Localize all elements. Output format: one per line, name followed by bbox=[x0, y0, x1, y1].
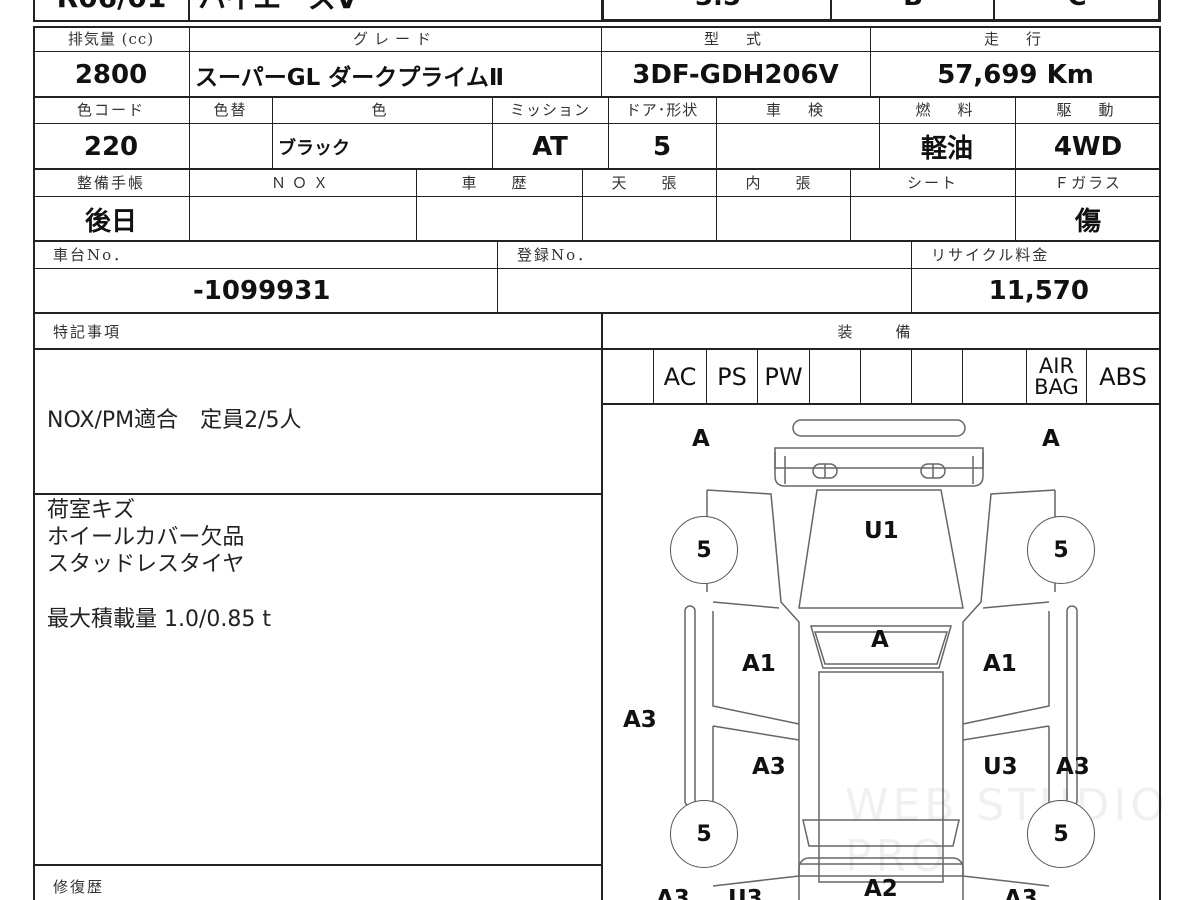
label-ceiling: 天 張 bbox=[611, 173, 687, 192]
car-name: ハイエースV bbox=[192, 0, 592, 18]
note-line-1: NOX/PM適合 定員2/5人 bbox=[47, 408, 302, 433]
equipment-slot-7 bbox=[912, 350, 963, 404]
tire-rear-left: 5 bbox=[670, 800, 738, 868]
label-displacement: 排気量 (cc) bbox=[67, 30, 155, 48]
maintenance-value: 後日 bbox=[84, 206, 137, 237]
model-value: 3DF-GDH206V bbox=[632, 60, 839, 90]
mark-right-rear-door: U3 bbox=[983, 754, 1018, 780]
label-maintenance: 整備手帳 bbox=[76, 173, 145, 192]
label-history: 車 歴 bbox=[461, 173, 537, 192]
mark-front-left: A bbox=[692, 426, 710, 452]
equipment-slot-5 bbox=[810, 350, 861, 404]
equipment-ps: PS bbox=[707, 350, 758, 404]
label-mileage: 走 行 bbox=[983, 30, 1047, 48]
interior-grade: B bbox=[832, 0, 994, 18]
auction-sheet: R06/01 ハイエースV 3.5 B C 排気量 (cc) グレード 型 式 … bbox=[0, 0, 1200, 900]
label-nox: ＮＯＸ bbox=[270, 173, 334, 192]
note-line-4: スタッドレスタイヤ bbox=[47, 552, 245, 577]
mark-right-front-door: A1 bbox=[983, 651, 1017, 677]
tire-front-left: 5 bbox=[670, 516, 738, 584]
label-model: 型 式 bbox=[703, 30, 767, 48]
mark-bottom-right: A3 bbox=[1004, 886, 1038, 900]
label-mission: ミッション bbox=[509, 101, 590, 119]
label-registration: 登録No． bbox=[517, 245, 595, 264]
tire-rear-right: 5 bbox=[1027, 800, 1095, 868]
label-grade: グレード bbox=[352, 30, 437, 48]
fuel-value: 軽油 bbox=[920, 134, 973, 164]
mark-bottom-center: A2 bbox=[864, 876, 898, 900]
history-value bbox=[416, 196, 582, 242]
equipment-slot-1 bbox=[601, 350, 654, 404]
label-recycle: リサイクル料金 bbox=[931, 245, 1050, 264]
drive-value: 4WD bbox=[1053, 131, 1123, 162]
mark-hood: U1 bbox=[864, 518, 899, 544]
label-repair: 修復歴 bbox=[53, 877, 105, 896]
mark-right-side: A3 bbox=[1056, 754, 1090, 780]
label-equipment: 装 備 bbox=[837, 322, 925, 341]
mark-left-rear-door: A3 bbox=[752, 754, 786, 780]
label-inspection: 車 検 bbox=[765, 101, 829, 119]
label-fuel: 燃 料 bbox=[915, 101, 979, 119]
door-value: 5 bbox=[652, 131, 672, 162]
equipment-pw: PW bbox=[758, 350, 810, 404]
seat-value bbox=[850, 196, 1015, 242]
note-line-3: ホイールカバー欠品 bbox=[47, 525, 245, 550]
inspection-value bbox=[716, 123, 879, 170]
color-code-value: 220 bbox=[83, 131, 139, 162]
exterior-grade: C bbox=[995, 0, 1159, 18]
equipment-slot-8 bbox=[963, 350, 1027, 404]
label-seat: シート bbox=[906, 173, 958, 192]
note-line-5: 最大積載量 1.0/0.85 t bbox=[47, 607, 271, 632]
mark-bottom-left: A3 bbox=[656, 886, 690, 900]
tire-front-right: 5 bbox=[1027, 516, 1095, 584]
label-drive: 駆 動 bbox=[1056, 101, 1120, 119]
registration-value bbox=[497, 268, 911, 314]
note-line-2: 荷室キズ bbox=[47, 498, 136, 523]
mark-bottom-left-2: U3 bbox=[728, 886, 763, 900]
interior-value bbox=[716, 196, 850, 242]
mark-left-side: A3 bbox=[623, 707, 657, 733]
label-door: ドア･形状 bbox=[625, 101, 699, 119]
equipment-abs: ABS bbox=[1099, 363, 1147, 391]
lot-value: R06/01 bbox=[33, 0, 190, 18]
mark-front-right: A bbox=[1042, 426, 1060, 452]
label-chassis: 車台No． bbox=[53, 245, 131, 264]
equipment-slot-6 bbox=[861, 350, 912, 404]
mark-left-front-door: A1 bbox=[742, 651, 776, 677]
repaint-value bbox=[189, 123, 272, 170]
label-color-code: 色コード bbox=[76, 101, 145, 119]
score-value: 3.5 bbox=[604, 0, 832, 18]
color-value: ブラック bbox=[278, 137, 350, 159]
glass-value: 傷 bbox=[1074, 206, 1101, 237]
label-repaint: 色替 bbox=[213, 101, 248, 119]
chassis-value: -1099931 bbox=[193, 276, 331, 306]
mileage-value: 57,699 Km bbox=[937, 60, 1094, 90]
label-glass: Ｆガラス bbox=[1054, 173, 1122, 192]
equipment-ac: AC bbox=[654, 350, 707, 404]
recycle-value: 11,570 bbox=[988, 276, 1089, 306]
label-notes: 特記事項 bbox=[53, 322, 122, 341]
grade-value: スーパーGL ダークプライムⅡ bbox=[195, 65, 505, 91]
ceiling-value bbox=[582, 196, 716, 242]
watermark: WEB STUDIO PRO bbox=[845, 780, 1169, 882]
label-interior: 内 張 bbox=[745, 173, 821, 192]
mission-value: AT bbox=[532, 131, 568, 162]
mark-windshield: A bbox=[871, 627, 889, 653]
label-color: 色 bbox=[371, 101, 393, 119]
equipment-airbag: AIR BAG bbox=[1027, 350, 1087, 404]
displacement-value: 2800 bbox=[74, 60, 148, 90]
nox-value bbox=[189, 196, 416, 242]
